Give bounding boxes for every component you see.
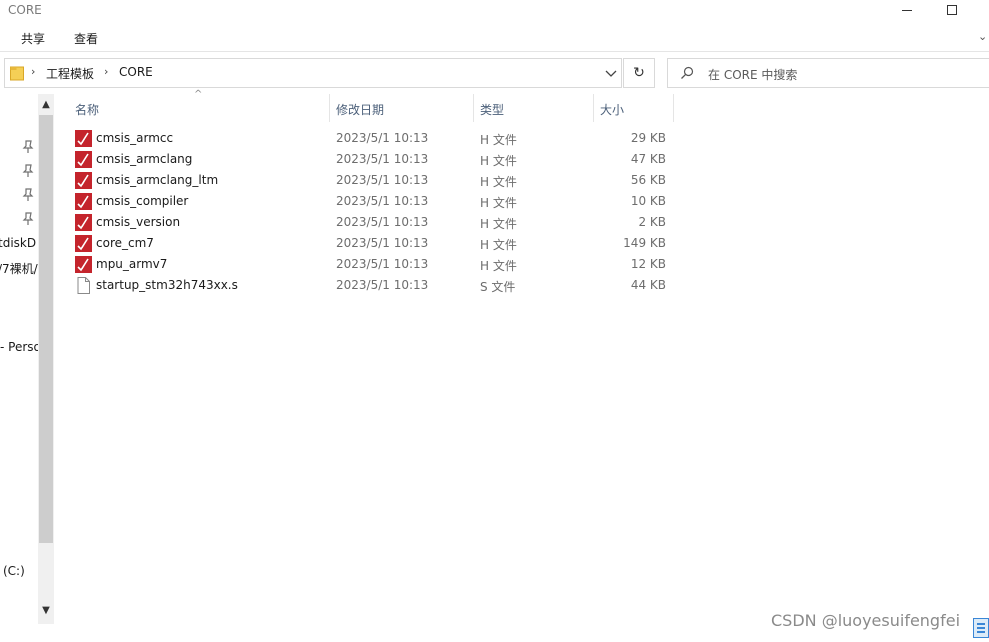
- column-divider[interactable]: [473, 94, 474, 122]
- h-file-icon: [75, 130, 92, 147]
- chevron-up-icon: ▲: [42, 98, 50, 110]
- h-file-icon: [75, 193, 92, 210]
- file-type: H 文件: [480, 196, 517, 210]
- chevron-down-icon[interactable]: [603, 65, 619, 81]
- file-row[interactable]: mpu_armv7 2023/5/1 10:13 H 文件 12 KB: [70, 254, 680, 275]
- file-row[interactable]: cmsis_armclang 2023/5/1 10:13 H 文件 47 KB: [70, 149, 680, 170]
- file-name: cmsis_compiler: [96, 194, 189, 208]
- file-type: H 文件: [480, 154, 517, 168]
- file-type: H 文件: [480, 217, 517, 231]
- breadcrumb-item[interactable]: CORE: [119, 65, 153, 79]
- nav-item[interactable]: tdiskD: [0, 236, 36, 250]
- refresh-icon: ↻: [633, 65, 645, 81]
- minimize-button[interactable]: [897, 0, 917, 20]
- file-row[interactable]: cmsis_armclang_ltm 2023/5/1 10:13 H 文件 5…: [70, 170, 680, 191]
- pin-icon[interactable]: [22, 140, 34, 154]
- h-file-icon: [75, 235, 92, 252]
- h-file-icon: [75, 151, 92, 168]
- file-type: H 文件: [480, 238, 517, 252]
- file-size: 44 KB: [630, 278, 666, 292]
- file-size: 56 KB: [630, 173, 666, 187]
- breadcrumb-item[interactable]: 工程模板: [46, 65, 94, 82]
- file-date: 2023/5/1 10:13: [336, 131, 429, 145]
- nav-item[interactable]: /7裸机/: [0, 260, 38, 277]
- file-date: 2023/5/1 10:13: [336, 278, 429, 292]
- file-date: 2023/5/1 10:13: [336, 215, 429, 229]
- pin-icon[interactable]: [22, 164, 34, 178]
- file-row[interactable]: cmsis_armcc 2023/5/1 10:13 H 文件 29 KB: [70, 128, 680, 149]
- title-bar: CORE: [0, 0, 989, 22]
- chevron-right-icon[interactable]: ›: [31, 65, 35, 78]
- column-divider[interactable]: [593, 94, 594, 122]
- column-header-date[interactable]: 修改日期: [336, 94, 384, 122]
- search-input[interactable]: 在 CORE 中搜索: [708, 66, 797, 83]
- h-file-icon: [75, 214, 92, 231]
- chevron-right-icon[interactable]: ›: [104, 65, 108, 78]
- maximize-icon: [947, 5, 957, 15]
- details-view-button[interactable]: [973, 618, 989, 638]
- folder-icon: [10, 66, 24, 81]
- file-name: cmsis_armclang: [96, 152, 193, 166]
- search-box[interactable]: 在 CORE 中搜索: [667, 58, 989, 88]
- address-bar[interactable]: › 工程模板 › CORE: [4, 58, 622, 88]
- file-type: H 文件: [480, 175, 517, 189]
- window-title: CORE: [8, 3, 42, 17]
- tab-share[interactable]: 共享: [21, 30, 45, 47]
- column-divider[interactable]: [673, 94, 674, 122]
- ribbon: 共享 查看 ⌄: [0, 22, 989, 52]
- file-size: 29 KB: [630, 131, 666, 145]
- nav-item[interactable]: (C:): [3, 564, 25, 578]
- file-name: core_cm7: [96, 236, 154, 250]
- nav-item[interactable]: - Perso: [0, 340, 41, 354]
- file-date: 2023/5/1 10:13: [336, 173, 429, 187]
- column-header-name[interactable]: 名称: [75, 94, 99, 122]
- h-file-icon: [75, 172, 92, 189]
- column-header-size[interactable]: 大小: [600, 94, 624, 122]
- nav-scrollbar-thumb[interactable]: [39, 115, 53, 543]
- pin-icon[interactable]: [22, 212, 34, 226]
- file-size: 12 KB: [630, 257, 666, 271]
- file-size: 149 KB: [623, 236, 666, 250]
- minimize-icon: [902, 9, 912, 11]
- file-name: mpu_armv7: [96, 257, 168, 271]
- file-name: cmsis_armcc: [96, 131, 174, 145]
- file-size: 2 KB: [638, 215, 666, 229]
- file-type: S 文件: [480, 280, 516, 294]
- file-date: 2023/5/1 10:13: [336, 194, 429, 208]
- scroll-down-button[interactable]: ▼: [38, 602, 54, 618]
- file-row[interactable]: startup_stm32h743xx.s 2023/5/1 10:13 S 文…: [70, 275, 680, 296]
- file-row[interactable]: cmsis_version 2023/5/1 10:13 H 文件 2 KB: [70, 212, 680, 233]
- file-date: 2023/5/1 10:13: [336, 152, 429, 166]
- watermark: CSDN @luoyesuifengfei: [771, 611, 961, 630]
- column-header-type[interactable]: 类型: [480, 94, 504, 122]
- tab-view[interactable]: 查看: [74, 30, 98, 47]
- file-name: startup_stm32h743xx.s: [96, 278, 238, 292]
- search-icon: [681, 66, 694, 79]
- file-date: 2023/5/1 10:13: [336, 257, 429, 271]
- scroll-up-button[interactable]: ▲: [38, 96, 54, 112]
- refresh-button[interactable]: ↻: [623, 58, 655, 88]
- file-date: 2023/5/1 10:13: [336, 236, 429, 250]
- blank-file-icon: [77, 277, 90, 294]
- pin-icon[interactable]: [22, 188, 34, 202]
- file-row[interactable]: core_cm7 2023/5/1 10:13 H 文件 149 KB: [70, 233, 680, 254]
- file-row[interactable]: cmsis_compiler 2023/5/1 10:13 H 文件 10 KB: [70, 191, 680, 212]
- column-divider[interactable]: [329, 94, 330, 122]
- file-type: H 文件: [480, 259, 517, 273]
- file-size: 10 KB: [630, 194, 666, 208]
- file-type: H 文件: [480, 133, 517, 147]
- file-size: 47 KB: [630, 152, 666, 166]
- chevron-down-icon[interactable]: ⌄: [978, 30, 987, 43]
- sort-ascending-icon: ^: [194, 89, 203, 100]
- file-name: cmsis_armclang_ltm: [96, 173, 219, 187]
- chevron-down-icon: ▼: [42, 604, 50, 616]
- h-file-icon: [75, 256, 92, 273]
- details-view-icon: [977, 623, 985, 625]
- maximize-button[interactable]: [942, 0, 962, 20]
- file-name: cmsis_version: [96, 215, 181, 229]
